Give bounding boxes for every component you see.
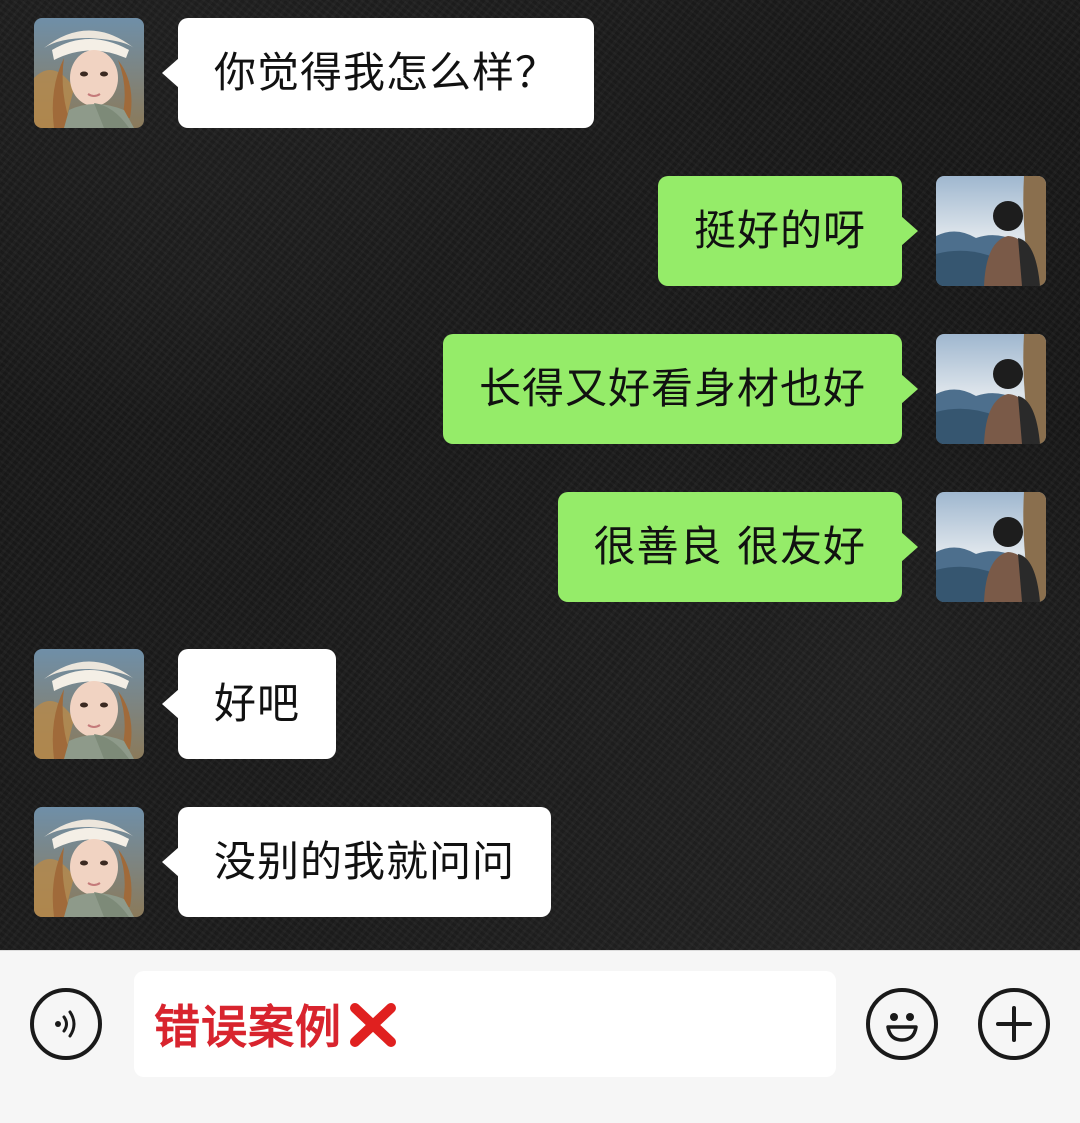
avatar-self-image xyxy=(936,334,1046,444)
plus-icon xyxy=(996,1006,1032,1042)
message-row-sent: 长得又好看身材也好 xyxy=(442,334,1046,444)
message-bubble-sent[interactable]: 长得又好看身材也好 xyxy=(442,334,919,444)
message-bubble-received[interactable]: 你觉得我怎么样？ xyxy=(161,18,595,128)
emoji-icon xyxy=(886,1013,918,1042)
message-row-sent: 很善良 很友好 xyxy=(557,492,1046,602)
message-input-text: 错误案例 xyxy=(154,1000,342,1054)
avatar-self[interactable] xyxy=(936,334,1046,444)
input-bar: 错误案例 xyxy=(0,950,1080,1123)
emoji-button[interactable] xyxy=(866,988,938,1060)
message-row-received: 好吧 xyxy=(34,649,337,759)
avatar-contact[interactable] xyxy=(34,18,144,128)
red-cross-icon xyxy=(348,999,398,1049)
avatar-self-image xyxy=(936,176,1046,286)
avatar-self[interactable] xyxy=(936,492,1046,602)
message-bubble-sent[interactable]: 挺好的呀 xyxy=(657,176,919,286)
voice-icon xyxy=(55,1010,76,1038)
avatar-self[interactable] xyxy=(936,176,1046,286)
message-input[interactable]: 错误案例 xyxy=(134,971,836,1077)
message-bubble-received[interactable]: 好吧 xyxy=(161,649,337,759)
avatar-contact-image xyxy=(34,18,144,128)
avatar-self-image xyxy=(936,492,1046,602)
avatar-contact[interactable] xyxy=(34,807,144,917)
avatar-contact[interactable] xyxy=(34,649,144,759)
message-row-received: 没别的我就问问 xyxy=(34,807,552,917)
chat-area: 你觉得我怎么样？ 挺好的呀 长得又好看身材也好 很善良 很友好 好吧 没别的我就… xyxy=(0,0,1080,950)
avatar-contact-image xyxy=(34,649,144,759)
message-row-received: 你觉得我怎么样？ xyxy=(34,18,595,128)
message-row-sent: 挺好的呀 xyxy=(657,176,1046,286)
voice-button[interactable] xyxy=(30,988,102,1060)
avatar-contact-image xyxy=(34,807,144,917)
message-bubble-sent[interactable]: 很善良 很友好 xyxy=(557,492,919,602)
plus-button[interactable] xyxy=(978,988,1050,1060)
message-bubble-received[interactable]: 没别的我就问问 xyxy=(161,807,552,917)
